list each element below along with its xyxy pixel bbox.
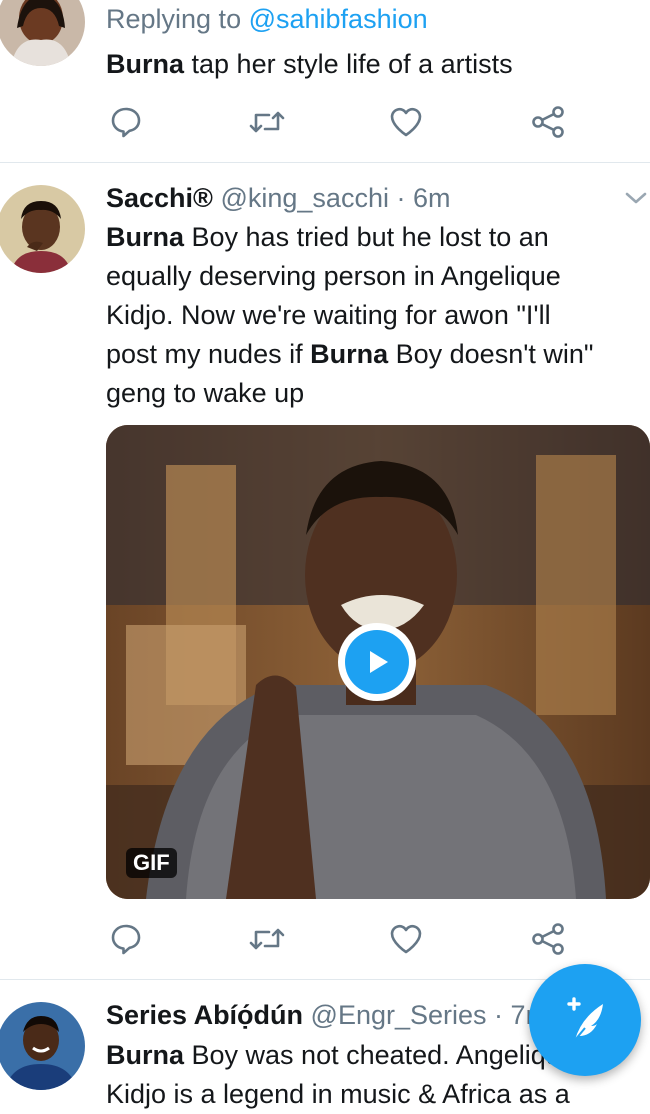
replying-to: Replying to @sahibfashion (106, 0, 428, 39)
gif-badge: GIF (126, 848, 177, 878)
play-icon (370, 651, 388, 673)
text-rest: geng to wake up (106, 378, 305, 408)
like-button[interactable] (386, 919, 426, 959)
tweet-text-line: Burna Boy was not cheated. Angelique (106, 1036, 576, 1075)
user-handle[interactable]: @king_sacchi (220, 183, 389, 213)
text-pre: post my nudes if (106, 339, 311, 369)
tweet-reply-sahibfashion[interactable]: Replying to @sahibfashion Burna tap her … (0, 0, 650, 162)
user-handle[interactable]: @Engr_Series (311, 1000, 487, 1030)
compose-feather-icon (567, 997, 603, 1041)
like-button[interactable] (386, 102, 426, 142)
tweet-text: Burna tap her style life of a artists (106, 45, 513, 84)
tweet-header: Series Abíọ́dún @Engr_Series · 7m (106, 996, 548, 1035)
text-rest: equally deserving person in Angelique (106, 261, 561, 291)
reply-button[interactable] (106, 102, 146, 142)
tweet-actions (106, 919, 576, 959)
text-rest: Boy has tried but he lost to an (184, 222, 549, 252)
gif-media[interactable]: GIF (106, 425, 650, 899)
tweet-text-line: Kidjo. Now we're waiting for awon "I'll (106, 296, 551, 335)
text-rest: Boy doesn't win" (388, 339, 594, 369)
share-icon (532, 106, 564, 138)
text-rest: Kidjo. Now we're waiting for awon "I'll (106, 300, 551, 330)
tweet-header: Sacchi® @king_sacchi · 6m (106, 179, 450, 218)
chevron-down-icon[interactable] (624, 190, 648, 206)
share-button[interactable] (528, 102, 568, 142)
text-bold: Burna (106, 222, 185, 252)
tweet-text-rest: tap her style life of a artists (184, 49, 513, 79)
timestamp: 6m (412, 183, 451, 213)
text-bold: Burna (310, 339, 389, 369)
tweet-text-line: equally deserving person in Angelique (106, 257, 561, 296)
separator: · (388, 183, 413, 213)
reply-icon (111, 107, 141, 138)
user-name[interactable]: Sacchi® (106, 183, 213, 213)
tweet-text-line: post my nudes if Burna Boy doesn't win" (106, 335, 593, 374)
retweet-icon (249, 111, 285, 133)
retweet-icon (249, 928, 285, 950)
compose-button[interactable] (529, 964, 641, 1076)
heart-icon (390, 924, 422, 954)
heart-icon (390, 107, 422, 137)
play-button[interactable] (338, 623, 416, 701)
tweet-actions (106, 102, 576, 142)
text-bold: Burna (106, 1040, 185, 1070)
replying-to-label: Replying to (106, 4, 249, 34)
reply-button[interactable] (106, 919, 146, 959)
tweet-text-line: geng to wake up (106, 374, 304, 413)
avatar[interactable] (0, 1002, 85, 1090)
retweet-button[interactable] (247, 102, 287, 142)
avatar[interactable] (0, 185, 85, 273)
tweet-text-bold: Burna (106, 49, 185, 79)
reply-icon (111, 924, 141, 955)
share-icon (532, 923, 564, 955)
user-name[interactable]: Series Abíọ́dún (106, 1000, 303, 1030)
reply-handle-link[interactable]: @sahibfashion (249, 4, 428, 34)
tweet-text-line: Kidjo is a legend in music & Africa as a (106, 1075, 570, 1114)
text-rest: Boy was not cheated. Angelique (184, 1040, 576, 1070)
avatar[interactable] (0, 0, 85, 66)
text-rest: Kidjo is a legend in music & Africa as a (106, 1079, 570, 1109)
tweet-text-line: Burna Boy has tried but he lost to an (106, 218, 549, 257)
retweet-button[interactable] (247, 919, 287, 959)
share-button[interactable] (528, 919, 568, 959)
separator: · (486, 1000, 511, 1030)
